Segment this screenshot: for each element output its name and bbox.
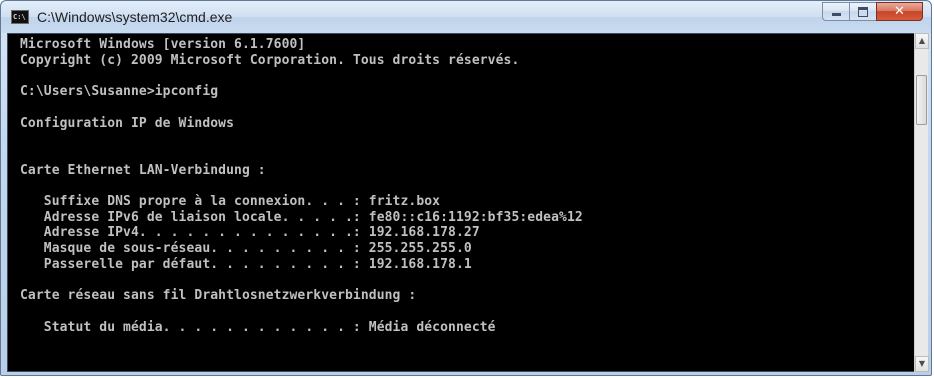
minimize-icon: [831, 13, 841, 16]
close-icon: ✕: [894, 4, 905, 19]
console-line: Masque de sous-réseau. . . . . . . . . :…: [20, 241, 472, 257]
scroll-up-arrow-icon[interactable]: ▲: [915, 33, 929, 49]
title-bar[interactable]: C:\ C:\Windows\system32\cmd.exe ✕: [1, 1, 931, 33]
console-line: Suffixe DNS propre à la connexion. . . :…: [20, 194, 441, 209]
maximize-icon: [858, 6, 868, 17]
cmd-icon[interactable]: C:\: [11, 10, 29, 24]
console-line: Microsoft Windows [version 6.1.7600]: [20, 37, 306, 52]
console-line: Configuration IP de Windows: [20, 115, 235, 131]
window-title: C:\Windows\system32\cmd.exe: [37, 9, 233, 25]
console-line: Carte réseau sans fil Drahtlosnetzwerkve…: [20, 288, 417, 304]
console-line: C:\Users\Susanne>ipconfig: [20, 84, 219, 100]
cmd-window: C:\ C:\Windows\system32\cmd.exe ✕ Micros…: [0, 0, 932, 376]
console-line: Statut du média. . . . . . . . . . . . :…: [20, 319, 496, 335]
close-button[interactable]: ✕: [876, 2, 923, 21]
maximize-button[interactable]: [849, 2, 876, 21]
console-line: Adresse IPv4. . . . . . . . . . . . . .:…: [20, 225, 480, 241]
console-line: Copyright (c) 2009 Microsoft Corporation…: [20, 52, 520, 68]
console-line: Adresse IPv6 de liaison locale. . . . .:…: [20, 209, 583, 225]
scroll-thumb[interactable]: [916, 75, 927, 125]
scroll-down-arrow-icon[interactable]: ▼: [915, 356, 929, 372]
console-line: Carte Ethernet LAN-Verbindung :: [20, 162, 266, 178]
console-output[interactable]: Microsoft Windows [version 6.1.7600] Copy…: [7, 33, 915, 372]
console-line: Passerelle par défaut. . . . . . . . . :…: [20, 256, 472, 272]
caption-buttons: ✕: [822, 2, 923, 22]
minimize-button[interactable]: [822, 2, 849, 21]
vertical-scrollbar[interactable]: ▲ ▼: [914, 33, 929, 372]
